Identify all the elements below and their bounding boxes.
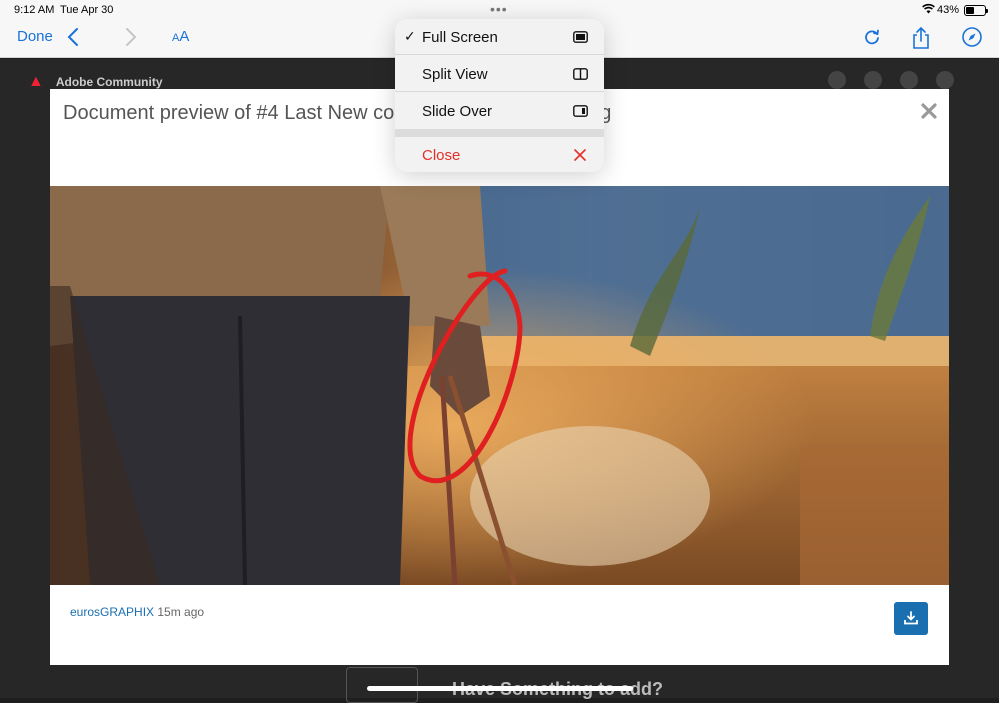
status-time: 9:12 AM (14, 4, 55, 16)
menu-item-split-view[interactable]: Split View (395, 56, 604, 92)
menu-item-label: Close (422, 147, 461, 164)
battery-icon (964, 5, 988, 16)
site-name: Adobe Community (55, 75, 163, 89)
preview-meta: eurosGRAPHIX 15m ago (70, 605, 204, 619)
menu-item-slide-over[interactable]: Slide Over (395, 93, 604, 129)
slide-over-icon (573, 104, 588, 121)
globe-icon (828, 71, 846, 89)
author-link[interactable]: eurosGRAPHIX (70, 605, 154, 619)
status-date: Tue Apr 30 (60, 4, 114, 16)
adobe-logo-icon: ▲ (28, 73, 44, 90)
home-indicator[interactable] (367, 686, 633, 691)
status-bar: 9:12 AM Tue Apr 30 ••• 43% (0, 0, 999, 20)
share-icon[interactable] (910, 26, 932, 49)
user-avatar (936, 71, 954, 89)
menu-item-full-screen[interactable]: ✓ Full Screen (395, 19, 604, 55)
preview-image (50, 186, 949, 585)
notifications-icon (900, 71, 918, 89)
split-view-icon (573, 67, 588, 84)
menu-item-label: Slide Over (422, 103, 493, 120)
download-icon (904, 611, 918, 630)
reload-icon[interactable] (861, 26, 883, 48)
messages-icon (864, 71, 882, 89)
menu-item-close[interactable]: Close (395, 137, 604, 172)
battery-percent: 43% (937, 4, 960, 16)
site-header-icons (828, 71, 954, 89)
multitasking-dots-icon[interactable]: ••• (490, 1, 508, 17)
forward-chevron-icon[interactable] (124, 26, 138, 53)
download-button[interactable] (894, 602, 928, 635)
back-chevron-icon[interactable] (66, 26, 80, 53)
multitasking-menu: ✓ Full Screen Split View Slide Over Clos… (395, 19, 604, 172)
document-preview-modal: Document preview of #4 Last New co pt. a… (50, 89, 949, 665)
done-button[interactable]: Done (17, 28, 53, 45)
post-time: 15m ago (157, 605, 205, 619)
compass-icon[interactable] (961, 26, 983, 48)
text-size-button[interactable]: AA (172, 28, 189, 45)
full-screen-icon (573, 30, 588, 47)
close-icon (573, 148, 587, 165)
checkmark-icon: ✓ (404, 28, 416, 44)
menu-separator (395, 129, 604, 137)
menu-item-label: Split View (422, 66, 488, 83)
menu-item-label: Full Screen (422, 29, 498, 46)
text-size-large-a: A (179, 28, 190, 45)
close-icon[interactable] (921, 103, 937, 124)
wifi-icon (922, 3, 935, 17)
